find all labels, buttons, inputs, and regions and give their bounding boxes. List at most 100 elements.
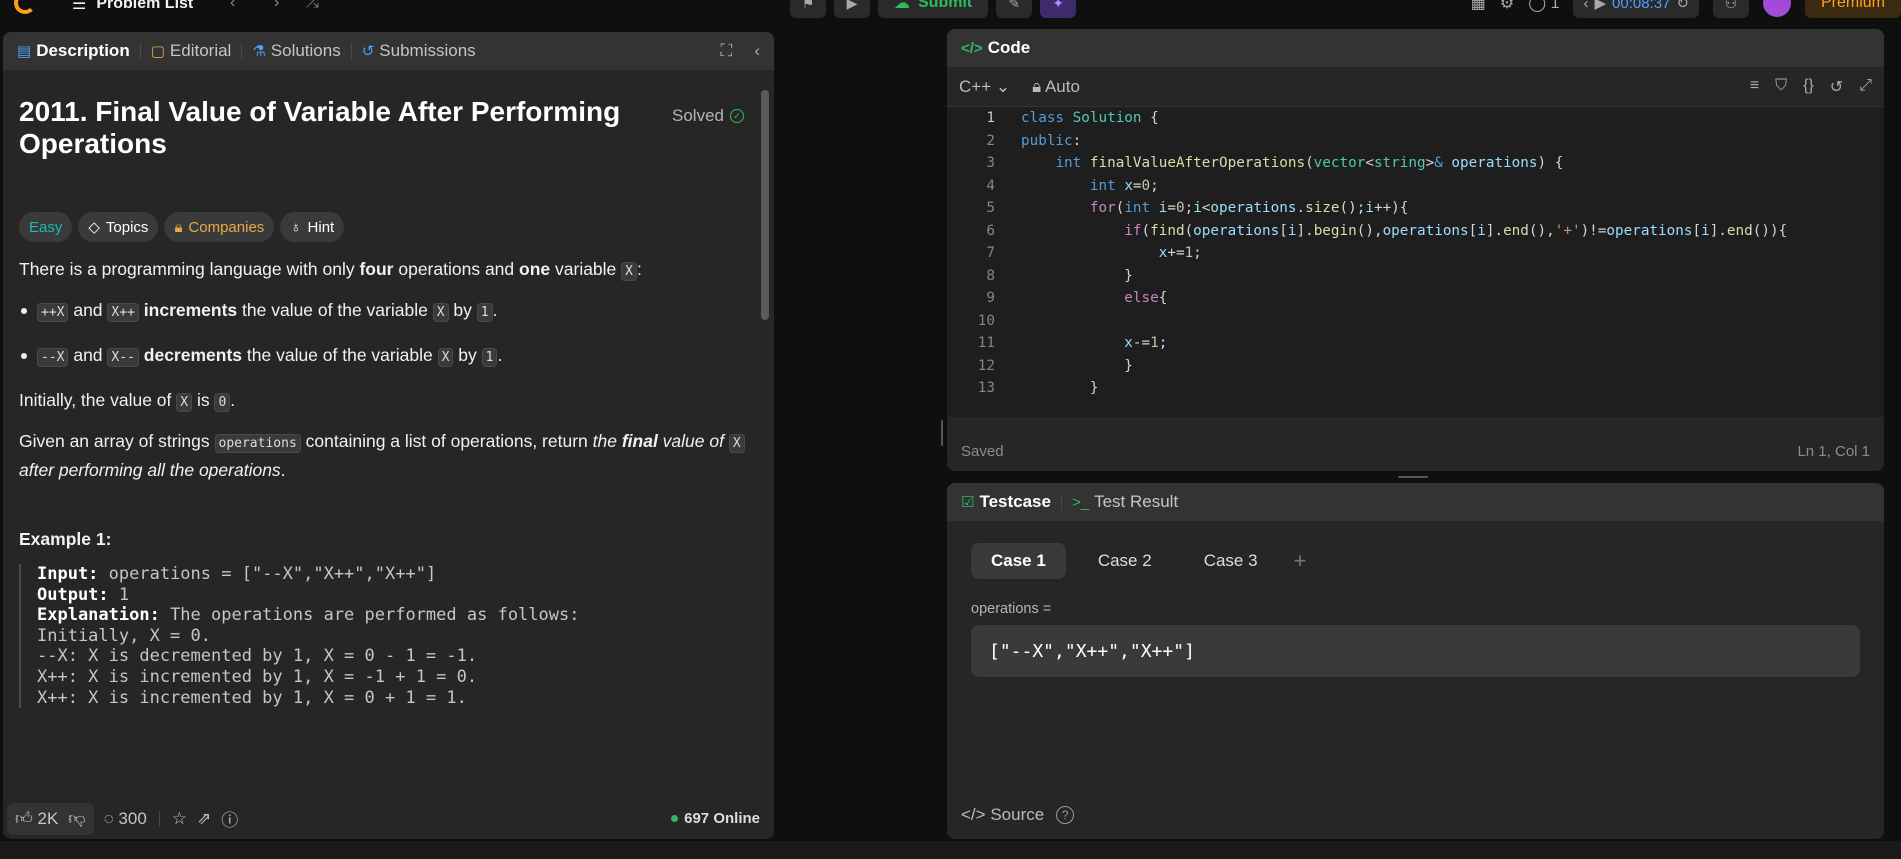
tag-icon: ◇ bbox=[88, 219, 100, 236]
auto-mode-toggle[interactable]: 🔒︎ Auto bbox=[1032, 77, 1080, 97]
scrollbar-thumb[interactable] bbox=[761, 90, 769, 320]
case-tab-2[interactable]: Case 2 bbox=[1078, 543, 1172, 579]
sparkle-icon: ✦ bbox=[1052, 0, 1065, 11]
checkbox-icon: ☑ bbox=[961, 493, 975, 511]
param-label: operations = bbox=[971, 601, 1052, 617]
testcase-tabs: ☑ Testcase >_ Test Result bbox=[947, 483, 1884, 521]
tab-code[interactable]: </> Code bbox=[961, 38, 1030, 58]
bottom-strip bbox=[0, 841, 1901, 859]
cloud-upload-icon: ☁ bbox=[894, 0, 910, 12]
code-header: </> Code bbox=[947, 29, 1884, 67]
case-tab-3[interactable]: Case 3 bbox=[1184, 543, 1278, 579]
collapse-panel-icon[interactable]: ‹ bbox=[754, 41, 760, 61]
initial-value-paragraph: Initially, the value of X is 0. bbox=[19, 390, 236, 412]
list-item: ++X and X++ increments the value of the … bbox=[19, 297, 758, 326]
run-button[interactable]: ▶ bbox=[834, 0, 870, 18]
intro-paragraph: There is a programming language with onl… bbox=[19, 259, 642, 281]
description-footer: 👍︎ 2K 👎︎ ◌ 300 ☆ ⇗ ⓘ 697 Online bbox=[3, 798, 774, 839]
save-status: Saved bbox=[961, 442, 1004, 460]
vertical-resize-handle[interactable] bbox=[941, 420, 943, 446]
help-icon[interactable]: ⓘ bbox=[221, 806, 238, 831]
settings-icon[interactable]: ⚙ bbox=[1500, 0, 1514, 13]
like-button[interactable]: 👍︎ 2K bbox=[15, 808, 58, 829]
tab-solutions[interactable]: ⚗ Solutions bbox=[252, 41, 340, 61]
code-brackets-icon: </> bbox=[961, 805, 986, 824]
problem-title[interactable]: 2011. Final Value of Variable After Perf… bbox=[19, 96, 672, 160]
help-icon[interactable]: ? bbox=[1056, 806, 1075, 824]
horizontal-resize-handle[interactable] bbox=[1398, 476, 1428, 478]
code-editor[interactable]: 1 class Solution { 2 public: 3 int finalVa… bbox=[947, 107, 1884, 417]
solved-status: Solved ✓ bbox=[672, 106, 744, 126]
shuffle-icon[interactable]: ⤮ bbox=[306, 0, 319, 12]
collapse-icon: ‹ bbox=[1583, 0, 1589, 12]
example-title: Example 1: bbox=[19, 529, 112, 549]
premium-button[interactable]: Premium bbox=[1804, 0, 1901, 18]
dislike-button[interactable]: 👎︎ bbox=[68, 808, 85, 829]
code-status-bar: Saved Ln 1, Col 1 bbox=[947, 431, 1884, 471]
online-dot-icon bbox=[671, 815, 679, 822]
param-input[interactable]: ["--X","X++","X++"] bbox=[971, 625, 1860, 677]
play-icon: ▶ bbox=[846, 0, 858, 11]
tab-test-result[interactable]: >_ Test Result bbox=[1072, 492, 1178, 512]
avatar[interactable] bbox=[1762, 0, 1791, 17]
case-tab-1[interactable]: Case 1 bbox=[971, 543, 1066, 579]
expand-icon[interactable]: ⤢ bbox=[1859, 77, 1872, 97]
description-scrollbar[interactable] bbox=[760, 78, 770, 784]
bookmark-icon[interactable]: ⛉ bbox=[1775, 77, 1787, 97]
thumbs-down-icon: 👎︎ bbox=[68, 809, 86, 828]
share-icon[interactable]: ⇗ bbox=[197, 809, 211, 829]
ai-assist-button[interactable]: ✦ bbox=[1040, 0, 1077, 18]
format-icon[interactable]: ≡ bbox=[1750, 77, 1759, 97]
problem-tags: Easy ◇ Topics 🔒︎ Companies ♁ Hint bbox=[19, 212, 758, 242]
topics-chip[interactable]: ◇ Topics bbox=[78, 212, 159, 242]
next-problem-icon[interactable]: › bbox=[274, 0, 279, 12]
code-panel: </> Code C++ ⌄ 🔒︎ Auto ≡ ⛉ {} ↺ ⤢ 1 class … bbox=[947, 29, 1884, 471]
note-icon: ✎ bbox=[1008, 0, 1021, 11]
testcase-footer: </> Source ? bbox=[947, 791, 1088, 839]
fullscreen-icon[interactable]: ⛶ bbox=[720, 41, 732, 61]
reset-code-icon[interactable]: ↺ bbox=[1830, 77, 1843, 97]
tab-testcase[interactable]: ☑ Testcase bbox=[961, 492, 1051, 512]
person-plus-icon: ⚇ bbox=[1724, 0, 1738, 11]
debug-button[interactable]: ⚑ bbox=[790, 0, 826, 18]
tab-description[interactable]: ▤ Description bbox=[17, 41, 130, 61]
notes-button[interactable]: ✎ bbox=[996, 0, 1033, 18]
check-circle-icon: ✓ bbox=[730, 109, 744, 123]
hint-chip[interactable]: ♁ Hint bbox=[280, 212, 345, 242]
submit-button[interactable]: ☁ Submit bbox=[878, 0, 989, 18]
streak-counter[interactable]: ◯ 1 bbox=[1528, 0, 1559, 13]
example-block: Input: operations = ["--X","X++","X++"] … bbox=[19, 564, 758, 709]
companies-chip[interactable]: 🔒︎ Companies bbox=[164, 212, 275, 242]
operations-list: ++X and X++ increments the value of the … bbox=[19, 297, 758, 371]
testcase-panel: ☑ Testcase >_ Test Result Case 1 Case 2 Ca… bbox=[947, 483, 1884, 839]
problem-description: There is a programming language with onl… bbox=[19, 256, 758, 483]
cursor-position: Ln 1, Col 1 bbox=[1797, 442, 1870, 460]
bug-icon: ⚑ bbox=[801, 0, 815, 11]
book-icon: ▢ bbox=[150, 42, 165, 60]
add-friend-button[interactable]: ⚇ bbox=[1712, 0, 1749, 18]
comments-button[interactable]: ◌ 300 bbox=[104, 809, 147, 829]
vote-box: 👍︎ 2K 👎︎ bbox=[7, 802, 94, 835]
difficulty-badge[interactable]: Easy bbox=[19, 212, 73, 242]
language-select[interactable]: C++ ⌄ bbox=[959, 77, 1010, 97]
case-tabs: Case 1 Case 2 Case 3 + bbox=[971, 543, 1884, 579]
leetcode-logo-icon[interactable] bbox=[14, 0, 36, 14]
code-toolbar: C++ ⌄ 🔒︎ Auto ≡ ⛉ {} ↺ ⤢ bbox=[947, 67, 1884, 107]
favorite-star-icon[interactable]: ☆ bbox=[172, 809, 187, 829]
layout-icon[interactable]: ▦ bbox=[1471, 0, 1486, 13]
problem-list-link[interactable]: ☰ Problem List bbox=[72, 0, 193, 14]
tab-submissions[interactable]: ↺ Submissions bbox=[362, 41, 476, 61]
history-icon: ↺ bbox=[361, 42, 375, 60]
description-panel: ▤ Description ▢ Editorial ⚗ Solutions ↺ Subm… bbox=[3, 32, 774, 839]
timer[interactable]: ‹ ▶ 00:08:37 ↻ bbox=[1573, 0, 1699, 18]
tab-editorial[interactable]: ▢ Editorial bbox=[151, 41, 232, 61]
code-brackets-icon: </> bbox=[961, 39, 983, 57]
chevron-down-icon: ⌄ bbox=[995, 76, 1011, 96]
braces-icon[interactable]: {} bbox=[1803, 77, 1814, 97]
source-button[interactable]: </> Source bbox=[961, 805, 1044, 825]
prev-problem-icon[interactable]: ‹ bbox=[230, 0, 235, 12]
list-item: --X and X-- decrements the value of the … bbox=[19, 342, 758, 371]
play-timer-icon: ▶ bbox=[1594, 0, 1607, 12]
terminal-icon: >_ bbox=[1071, 493, 1090, 511]
add-case-icon[interactable]: + bbox=[1294, 548, 1307, 574]
